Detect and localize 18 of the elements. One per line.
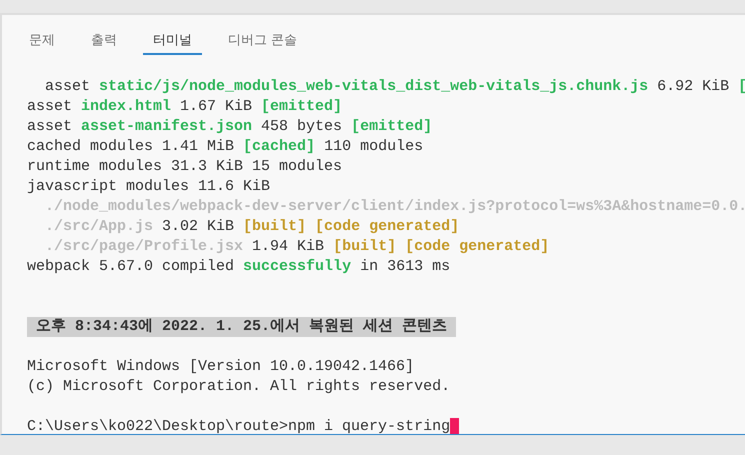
terminal-line: asset static/js/node_modules_web-vitals_dist_web-vitals_js.chunk.js 6.92 KiB [ — [44, 77, 745, 97]
terminal-line: asset index.html 1.67 KiB [emitted] — [27, 97, 342, 117]
session-restored-banner: 오후 8:34:43에 2022. 1. 25.에서 복원된 세션 콘텐츠 — [27, 317, 456, 337]
panel-tab[interactable]: 터미널 — [143, 15, 202, 55]
terminal-line: Microsoft Windows [Version 10.0.19042.1466] — [27, 357, 414, 377]
terminal-line: runtime modules 31.3 KiB 15 modules — [27, 157, 342, 177]
command-prompt-line: C:\Users\ko022\Desktop\route>npm i query-string — [27, 417, 450, 434]
terminal-line: ./src/App.js 3.02 KiB [built] [code generated] — [44, 217, 460, 237]
terminal-line: (c) Microsoft Corporation. All rights reserved. — [27, 377, 450, 397]
terminal-line: ./src/page/Profile.jsx 1.94 KiB [built] [code generated] — [44, 237, 550, 257]
terminal-line: ./node_modules/webpack-dev-server/client/index.js?protocol=ws%3A&hostname=0.0. — [44, 197, 745, 217]
terminal-line: cached modules 1.41 MiB [cached] 110 modules — [27, 137, 424, 157]
terminal-line: javascript modules 11.6 KiB — [27, 177, 270, 197]
panel-tab[interactable]: 출력 — [81, 15, 127, 55]
terminal-line: asset asset-manifest.json 458 bytes [emitted] — [27, 117, 432, 137]
panel-tab[interactable]: 문제 — [19, 15, 65, 55]
panel-tab[interactable]: 디버그 콘솔 — [218, 15, 308, 55]
terminal-line: webpack 5.67.0 compiled successfully in 3613 ms — [27, 257, 450, 277]
